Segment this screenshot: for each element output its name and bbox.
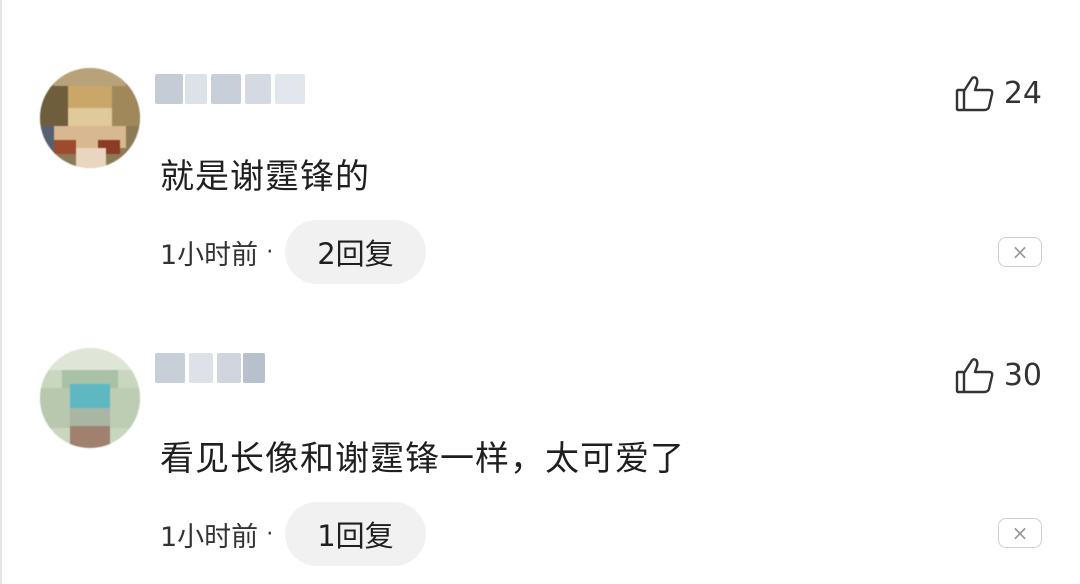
meta-separator: ·	[266, 521, 274, 547]
dismiss-button[interactable]: ×	[998, 518, 1042, 548]
comment-text: 就是谢霆锋的	[160, 157, 370, 197]
replies-button[interactable]: 2回复	[285, 220, 426, 284]
timestamp: 1小时前	[160, 521, 259, 553]
comment-meta: 1小时前 · 1回复	[160, 502, 426, 566]
timestamp: 1小时前	[160, 239, 259, 271]
avatar[interactable]	[40, 348, 140, 448]
comment-item: 看见长像和谢霆锋一样，太可爱了 30 1小时前 · 1回复 ×	[0, 282, 1080, 566]
replies-button[interactable]: 1回复	[285, 502, 426, 566]
avatar[interactable]	[40, 68, 140, 168]
meta-separator: ·	[266, 239, 274, 265]
comment-text: 看见长像和谢霆锋一样，太可爱了	[160, 439, 685, 479]
close-icon: ×	[1011, 240, 1029, 264]
like-button[interactable]: 30	[954, 354, 1042, 396]
like-button[interactable]: 24	[954, 72, 1042, 114]
dismiss-button[interactable]: ×	[998, 237, 1042, 267]
username-redacted[interactable]	[155, 349, 315, 389]
like-count: 24	[1003, 75, 1042, 111]
comment-meta: 1小时前 · 2回复	[160, 220, 426, 284]
like-count: 30	[1003, 357, 1042, 393]
close-icon: ×	[1011, 521, 1029, 545]
comment-item: 就是谢霆锋的 24 1小时前 · 2回复 ×	[0, 0, 1080, 284]
thumbs-up-icon	[954, 72, 996, 114]
username-redacted[interactable]	[155, 70, 315, 110]
thumbs-up-icon	[954, 354, 996, 396]
